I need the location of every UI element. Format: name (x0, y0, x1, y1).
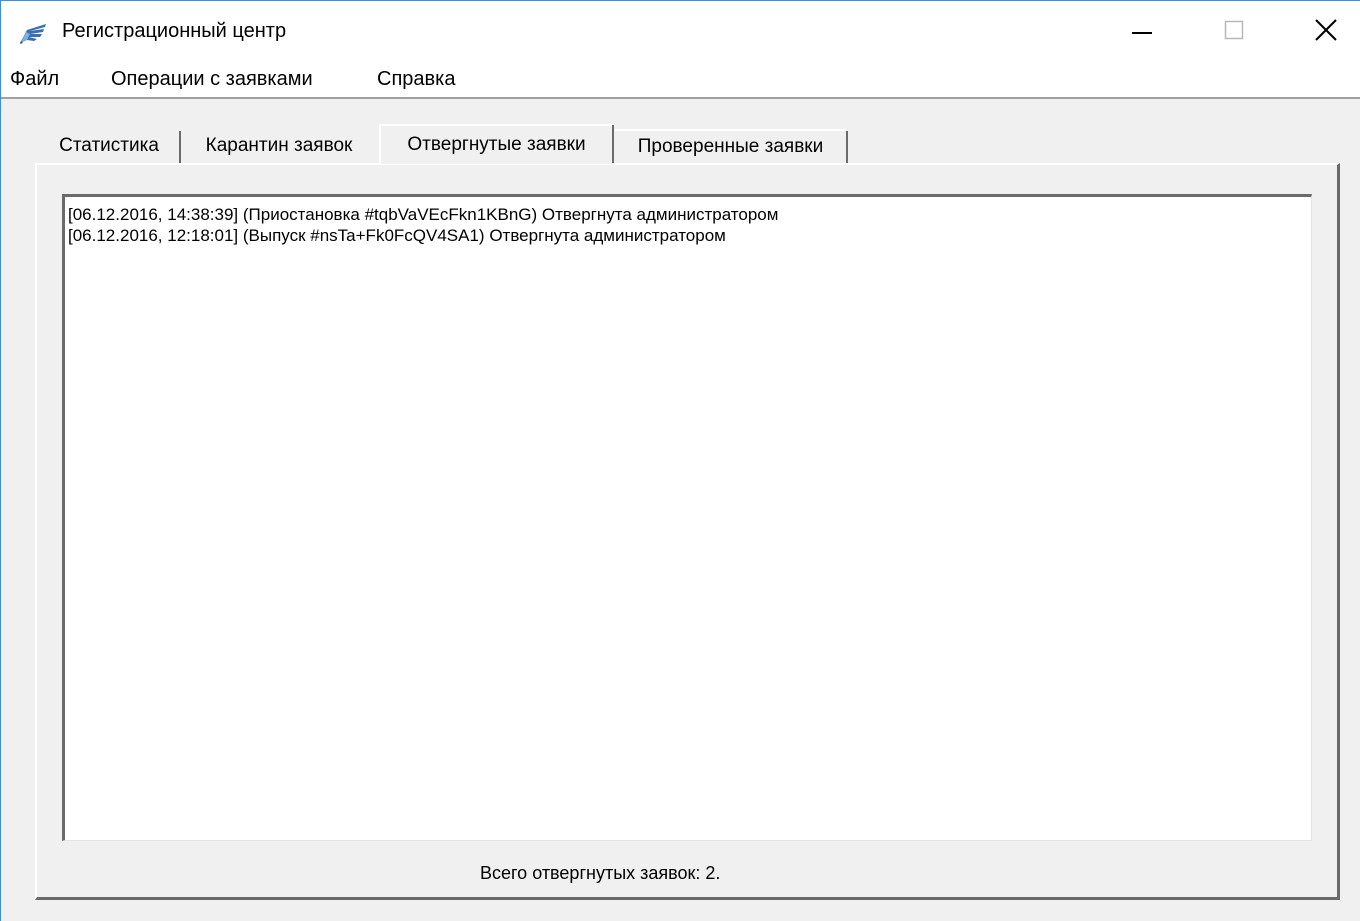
menu-help[interactable]: Справка (377, 68, 455, 91)
tab-label: Отвергнутые заявки (407, 134, 586, 155)
title-bar[interactable]: Регистрационный центр (1, 1, 1360, 63)
tab-divider (612, 125, 614, 163)
tab-label: Статистика (59, 135, 159, 156)
window-title: Регистрационный центр (62, 20, 287, 42)
tab-rejected[interactable]: Отвергнутые заявки (379, 124, 612, 164)
list-item[interactable]: [06.12.2016, 12:18:01] (Выпуск #nsTa+Fk0… (68, 225, 1311, 246)
minimize-button[interactable] (1096, 1, 1188, 63)
rejected-count-label: Всего отвергнутых заявок: 2. (480, 863, 721, 883)
tab-label: Проверенные заявки (637, 136, 824, 157)
close-icon (1314, 18, 1338, 47)
tab-divider (846, 131, 848, 163)
rejected-requests-list[interactable]: [06.12.2016, 14:38:39] (Приостановка #tq… (62, 194, 1312, 841)
menu-request-operations[interactable]: Операции с заявками (111, 68, 313, 91)
maximize-icon (1223, 19, 1245, 46)
maximize-button[interactable] (1188, 1, 1280, 63)
menu-separator (1, 97, 1360, 99)
tab-label: Карантин заявок (205, 135, 353, 156)
menu-file[interactable]: Файл (10, 68, 59, 91)
list-item[interactable]: [06.12.2016, 14:38:39] (Приостановка #tq… (68, 204, 1311, 225)
app-window: Регистрационный центр Файл Операции с за… (0, 0, 1360, 921)
wing-app-icon[interactable] (18, 21, 48, 45)
tab-verified[interactable]: Проверенные заявки (615, 129, 846, 163)
tab-divider (179, 131, 181, 163)
minimize-icon (1131, 19, 1153, 46)
tab-statistics[interactable]: Статистика (41, 129, 177, 163)
close-button[interactable] (1280, 1, 1360, 63)
menu-bar: Файл Операции с заявками Справка (1, 63, 1360, 97)
tab-quarantine[interactable]: Карантин заявок (184, 129, 374, 163)
